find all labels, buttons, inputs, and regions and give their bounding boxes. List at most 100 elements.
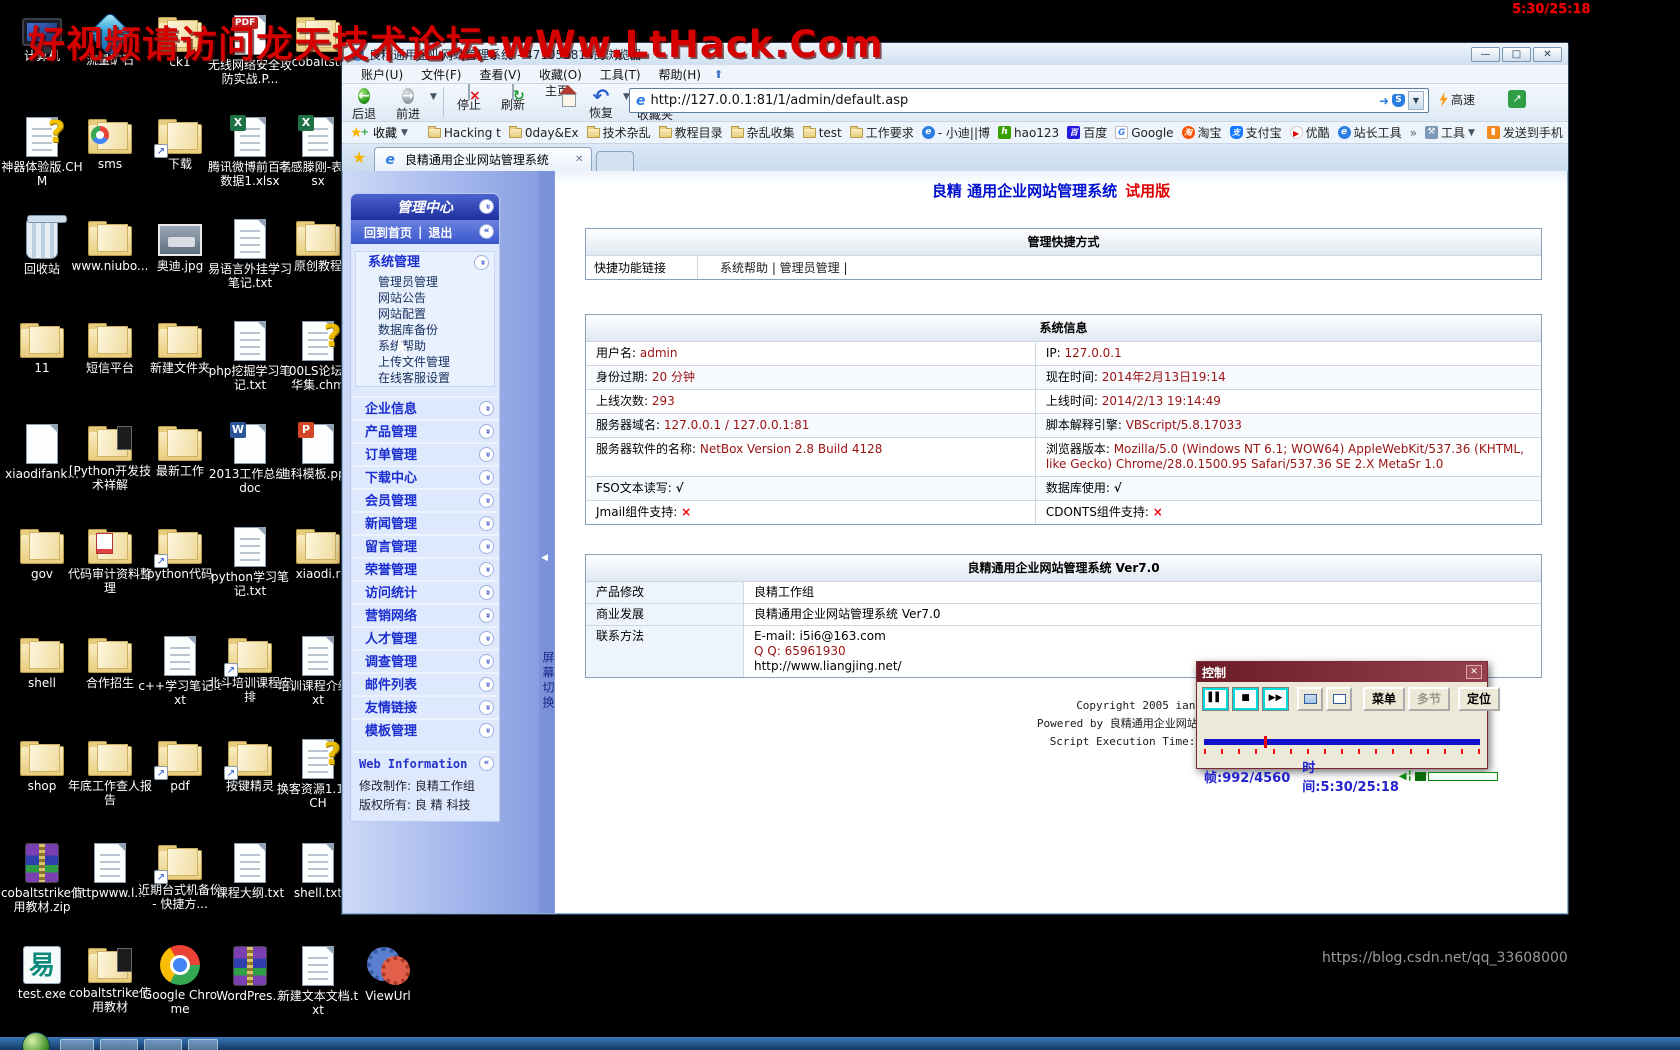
seek-bar[interactable] xyxy=(1204,736,1480,748)
sidebar-section[interactable]: 邮件列表» xyxy=(351,672,499,695)
control-titlebar[interactable]: 控制 ✕ xyxy=(1197,662,1487,682)
taskbar-item[interactable] xyxy=(144,1039,182,1050)
sidebar-section[interactable]: 下载中心» xyxy=(351,465,499,488)
go-icon[interactable]: ➜ xyxy=(1379,94,1389,108)
minimize-button[interactable]: — xyxy=(1471,46,1500,62)
stop-button[interactable]: × 停止 xyxy=(447,84,491,111)
maximize-button[interactable]: □ xyxy=(1502,46,1531,62)
favorite-item[interactable]: e 站长工具 xyxy=(1334,124,1406,141)
menu-item[interactable]: 查看(V) xyxy=(470,66,530,83)
home-link[interactable]: 回到首页 xyxy=(364,224,412,241)
chevron-down-icon[interactable]: » xyxy=(479,423,494,439)
refresh-button[interactable]: ↻ 刷新 xyxy=(491,84,535,111)
sidebar-section[interactable]: 新闻管理» xyxy=(351,511,499,534)
taskbar-item[interactable] xyxy=(188,1039,218,1050)
logout-link[interactable]: 退出 xyxy=(428,224,452,241)
favorites-label[interactable]: 收藏 xyxy=(373,124,397,141)
stop-playback-button[interactable]: ■ xyxy=(1232,687,1259,711)
sidebar-section[interactable]: 模板管理» xyxy=(351,718,499,741)
menu-item[interactable]: 收藏(O) xyxy=(530,66,591,83)
menu-button[interactable]: 菜单 xyxy=(1363,687,1406,711)
chevron-down-icon[interactable]: » xyxy=(479,699,494,715)
volume-handle[interactable] xyxy=(1414,771,1426,781)
chevron-down-icon[interactable]: » xyxy=(479,400,494,416)
home-button[interactable]: 主页 xyxy=(535,84,579,97)
address-url[interactable]: http://127.0.0.1:81/1/admin/default.asp xyxy=(651,93,1375,108)
menu-item[interactable]: 帮助(H) xyxy=(650,66,710,83)
sidebar-subitem[interactable]: 上传文件管理 xyxy=(356,354,494,370)
menu-item[interactable]: 工具(T) xyxy=(591,66,650,83)
favorite-item[interactable]: 技术杂乱 xyxy=(583,124,655,141)
fit-window-button[interactable] xyxy=(1297,687,1323,711)
sidebar-section[interactable]: 调查管理» xyxy=(351,649,499,672)
forward-button[interactable]: → 前进 xyxy=(386,84,430,120)
volume-track[interactable] xyxy=(1427,771,1498,781)
speed-mode-button[interactable]: 高速 xyxy=(1438,91,1475,108)
sidebar-section[interactable]: 企业信息» xyxy=(351,396,499,419)
chevron-down-icon[interactable]: » xyxy=(479,630,494,646)
history-dropdown[interactable]: ▼ xyxy=(430,84,440,102)
chevron-down-icon[interactable]: » xyxy=(479,469,494,485)
sidebar-section[interactable]: 订单管理» xyxy=(351,442,499,465)
seek-handle[interactable] xyxy=(1264,736,1268,748)
overflow-chevron[interactable]: » xyxy=(1410,126,1417,140)
quick-links[interactable]: 系统帮助 | 管理员管理 | xyxy=(698,256,848,279)
favorite-item[interactable]: 百百度 xyxy=(1063,124,1111,141)
chevron-down-icon[interactable]: » xyxy=(479,515,494,531)
restore-button[interactable]: ↶ 恢复 xyxy=(579,84,623,119)
chevron-down-icon[interactable]: » xyxy=(474,255,489,270)
favorite-item[interactable]: 工作要求 xyxy=(846,124,918,141)
green-tool-icon[interactable]: ↗ xyxy=(1508,90,1526,108)
favorite-item[interactable]: 淘淘宝 xyxy=(1178,124,1226,141)
section-title-system[interactable]: 系统管理 » xyxy=(356,252,494,274)
sidebar-collapse-strip[interactable]: ◀ 屏幕切换 xyxy=(539,171,555,913)
sidebar-subitem[interactable]: 在线客服设置 xyxy=(356,370,494,386)
favorite-item[interactable]: 0day&Ex xyxy=(505,125,583,140)
locate-button[interactable]: 定位 xyxy=(1458,687,1501,711)
back-button[interactable]: ← 后退 xyxy=(342,84,386,120)
control-close-icon[interactable]: ✕ xyxy=(1466,665,1482,679)
sidebar-subitem[interactable]: 数据库备份 xyxy=(356,322,494,338)
chevron-down-icon[interactable]: » xyxy=(479,653,494,669)
sidebar-section[interactable]: 人才管理» xyxy=(351,626,499,649)
taskbar-item[interactable] xyxy=(100,1039,138,1050)
fullscreen-button[interactable] xyxy=(1326,687,1352,711)
tools-menu[interactable]: ⚒ 工具 ▼ xyxy=(1421,124,1479,141)
sidebar-section[interactable]: 友情链接» xyxy=(351,695,499,718)
next-button[interactable]: ▶▶ xyxy=(1262,687,1289,711)
favorite-item[interactable]: h hao123 xyxy=(994,126,1063,140)
sidebar-subitem[interactable]: 系统帮助 xyxy=(356,338,494,354)
chevron-down-icon[interactable]: » xyxy=(479,676,494,692)
start-button[interactable] xyxy=(22,1032,50,1050)
collapse-arrow-icon[interactable]: ◀ xyxy=(541,553,548,563)
sidebar-section[interactable]: 访问统计» xyxy=(351,580,499,603)
desktop-icon[interactable]: ViewUrl xyxy=(346,941,430,1003)
webinfo-title[interactable]: Web Information « xyxy=(351,753,499,775)
favorite-item[interactable]: 支支付宝 xyxy=(1226,124,1286,141)
security-shield-icon[interactable]: S xyxy=(1392,94,1405,107)
sidebar-section[interactable]: 会员管理» xyxy=(351,488,499,511)
favorite-item[interactable]: 杂乱收集 xyxy=(727,124,799,141)
favorite-item[interactable]: ▶ 优酷 xyxy=(1286,124,1334,141)
tab-favorites-icon[interactable]: ★ xyxy=(352,148,366,167)
volume-control[interactable]: ◀╏ xyxy=(1399,771,1498,782)
chevron-down-icon[interactable]: » xyxy=(479,199,494,214)
favorite-item[interactable]: G Google xyxy=(1111,126,1177,140)
close-button[interactable]: ✕ xyxy=(1533,46,1562,62)
favorite-item[interactable]: Hacking t xyxy=(424,125,505,140)
chevron-down-icon[interactable]: » xyxy=(479,722,494,738)
chevron-down-icon[interactable]: » xyxy=(479,584,494,600)
chevron-left-icon[interactable]: « xyxy=(479,224,494,239)
chevron-down-icon[interactable]: » xyxy=(479,446,494,462)
address-bar[interactable]: e http://127.0.0.1:81/1/admin/default.as… xyxy=(629,88,1429,113)
pause-button[interactable]: ▌▌ xyxy=(1202,687,1229,711)
tab-close-icon[interactable]: ✕ xyxy=(575,154,583,165)
chevron-left-icon[interactable]: « xyxy=(479,756,494,771)
menu-item[interactable]: 文件(F) xyxy=(412,66,470,83)
address-dropdown[interactable]: ▼ xyxy=(1408,91,1424,110)
up-arrow-icon[interactable]: ⬆ xyxy=(714,68,723,81)
sidebar-subitem[interactable]: 网站公告 xyxy=(356,290,494,306)
chevron-down-icon[interactable]: » xyxy=(479,538,494,554)
sidebar-section[interactable]: 营销网络» xyxy=(351,603,499,626)
favorite-item[interactable]: test xyxy=(799,125,846,140)
